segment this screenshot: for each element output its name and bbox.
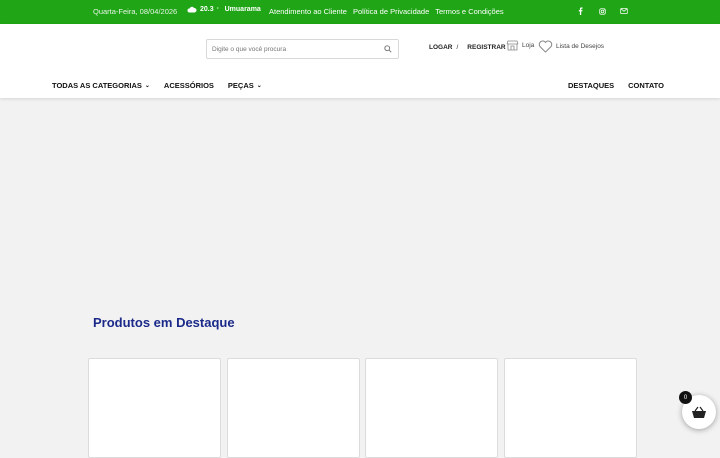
basket-icon [692, 406, 706, 418]
weather-unit: ° [216, 6, 219, 13]
top-bar: Quarta-Feira, 08/04/2026 20.3 ° Umuarama … [0, 0, 720, 24]
link-privacy-policy[interactable]: Política de Privacidade [353, 7, 429, 16]
weather-widget: 20.3 ° Umuarama [187, 6, 261, 13]
search-box [206, 39, 399, 59]
product-card[interactable] [365, 358, 498, 458]
login-separator: / [456, 44, 459, 51]
chevron-down-icon: ⌄ [256, 83, 262, 89]
featured-products-title: Produtos em Destaque [93, 315, 235, 330]
nav-all-categories[interactable]: TODAS AS CATEGORIAS ⌄ [52, 81, 150, 90]
weather-temp: 20.3 [200, 6, 214, 13]
chevron-down-icon: ⌄ [144, 83, 150, 89]
store-icon [506, 40, 519, 51]
main-header: LOGAR / REGISTRAR Loja Lista de Desejos … [0, 24, 720, 98]
cloud-sun-icon [187, 6, 197, 13]
wishlist-label: Lista de Desejos [556, 43, 605, 50]
store-link[interactable]: Loja [506, 40, 534, 51]
email-icon[interactable] [619, 6, 629, 16]
product-card[interactable] [504, 358, 637, 458]
store-label: Loja [522, 42, 535, 49]
wishlist-link[interactable]: Lista de Desejos [538, 40, 604, 53]
account-links: LOGAR / REGISTRAR [429, 44, 506, 51]
nav-parts-label: PEÇAS [227, 81, 254, 90]
nav-accessories-label: ACESSÓRIOS [163, 81, 214, 90]
facebook-icon[interactable] [575, 6, 585, 16]
nav-accessories[interactable]: ACESSÓRIOS [164, 81, 214, 90]
product-card[interactable] [88, 358, 221, 458]
social-links [575, 6, 629, 16]
search-icon[interactable] [384, 45, 392, 53]
nav-contact[interactable]: CONTATO [628, 81, 664, 90]
link-customer-service[interactable]: Atendimento ao Cliente [269, 7, 347, 16]
nav-highlights[interactable]: DESTAQUES [568, 81, 614, 90]
login-link[interactable]: LOGAR [429, 44, 452, 51]
current-date: Quarta-Feira, 08/04/2026 [93, 7, 178, 16]
instagram-icon[interactable] [597, 6, 607, 16]
product-card[interactable] [227, 358, 360, 458]
register-link[interactable]: REGISTRAR [467, 44, 505, 51]
search-input[interactable] [207, 45, 377, 53]
top-links: Atendimento ao Cliente Política de Priva… [269, 7, 504, 16]
nav-parts[interactable]: PEÇAS ⌄ [228, 81, 262, 90]
secondary-nav: DESTAQUES CONTATO [568, 81, 664, 90]
weather-city: Umuarama [224, 6, 261, 13]
cart-count-badge: 0 [679, 391, 692, 404]
link-terms[interactable]: Termos e Condições [435, 7, 503, 16]
heart-icon [538, 40, 553, 53]
main-nav: TODAS AS CATEGORIAS ⌄ ACESSÓRIOS PEÇAS ⌄ [52, 81, 262, 90]
nav-all-categories-label: TODAS AS CATEGORIAS [52, 81, 142, 90]
